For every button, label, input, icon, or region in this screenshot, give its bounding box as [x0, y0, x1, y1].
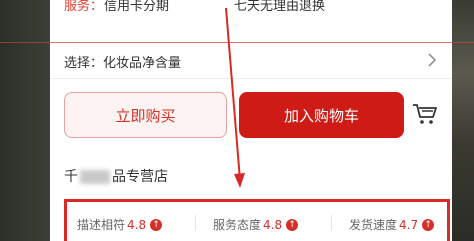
shop-name-prefix: 千: [64, 169, 78, 185]
divider: [195, 215, 196, 231]
chevron-right-icon: [428, 53, 437, 67]
cart-icon[interactable]: [412, 102, 438, 126]
rating-score: 4.8: [263, 217, 283, 232]
rating-score: 4.7: [399, 217, 419, 232]
shop-name-redacted: [80, 170, 110, 184]
up-arrow-icon: ↑: [286, 218, 299, 231]
rating-shipping: 发货速度 4.7 ↑: [349, 216, 435, 233]
buy-now-button[interactable]: 立即购买: [64, 92, 227, 138]
shop-name-suffix: 品专营店: [112, 169, 168, 185]
select-spec-text: 选择：化妆品净含量: [64, 56, 182, 71]
select-spec-row[interactable]: 选择：化妆品净含量: [50, 44, 452, 79]
add-to-cart-button[interactable]: 加入购物车: [239, 92, 404, 138]
rating-label: 描述相符: [77, 218, 126, 232]
rating-service: 服务态度 4.8 ↑: [213, 216, 299, 233]
background-photo: [452, 0, 474, 241]
up-arrow-icon: ↑: [422, 218, 435, 231]
divider: [331, 215, 332, 231]
rating-description: 描述相符 4.8 ↑: [77, 216, 163, 233]
rating-score: 4.8: [127, 217, 147, 232]
rating-label: 发货速度: [349, 218, 398, 232]
shop-name[interactable]: 千 品专营店: [64, 166, 168, 186]
up-arrow-icon: ↑: [150, 218, 163, 231]
shop-ratings: 描述相符 4.8 ↑ 服务态度 4.8 ↑ 发货速度 4.7 ↑: [64, 199, 450, 241]
rating-label: 服务态度: [213, 218, 262, 232]
